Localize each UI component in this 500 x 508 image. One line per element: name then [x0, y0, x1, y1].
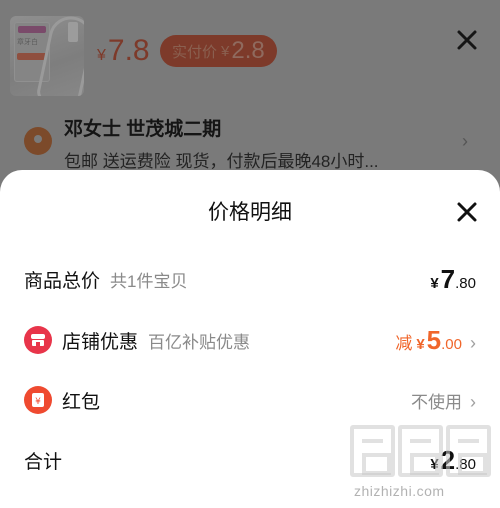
- chevron-right-icon: ›: [470, 332, 476, 353]
- store-discount-amount: 减 ¥ 5 .00 ›: [395, 325, 476, 356]
- price-detail-sheet: 价格明细 商品总价 共1件宝贝 ¥ 7 .80 店铺优惠 百亿补贴优惠 减 ¥ …: [0, 170, 500, 508]
- grand-total-price: ¥ 2 .80: [430, 445, 476, 476]
- product-thumbnail: 章牙白: [10, 16, 84, 96]
- goods-total-label: 商品总价: [24, 270, 101, 292]
- discount-integer: 5: [426, 324, 442, 355]
- price-currency: ¥: [430, 274, 439, 292]
- actual-price-badge: 实付价 ¥ 2.8: [160, 35, 277, 67]
- price-currency: ¥: [430, 455, 439, 473]
- price-currency: ¥: [97, 47, 106, 64]
- price-decimal: .80: [455, 274, 476, 292]
- close-icon[interactable]: [455, 28, 479, 52]
- subsidy-label: 百亿补贴优惠: [148, 332, 251, 352]
- price-value: 7.8: [107, 34, 150, 67]
- chevron-right-icon: ›: [470, 391, 476, 412]
- price-integer: 7: [440, 263, 456, 294]
- actual-price-label: 实付价: [172, 43, 218, 61]
- red-packet-value: 不使用 ›: [411, 388, 476, 413]
- store-discount-row[interactable]: 店铺优惠 百亿补贴优惠 减 ¥ 5 .00 ›: [24, 323, 476, 357]
- grand-total-row: 合计 ¥ 2 .80: [24, 443, 476, 477]
- close-icon[interactable]: [456, 201, 478, 223]
- red-packet-row[interactable]: ¥ 红包 不使用 ›: [24, 383, 476, 417]
- red-packet-status: 不使用: [411, 392, 462, 412]
- price-decimal: .80: [455, 455, 476, 473]
- goods-total-row: 商品总价 共1件宝贝 ¥ 7 .80: [24, 262, 476, 296]
- chevron-right-icon[interactable]: ›: [462, 131, 468, 152]
- shipping-info: 包邮 送运费险 现货，付款后最晚48小时...: [64, 152, 379, 171]
- location-pin-icon: [24, 127, 52, 155]
- goods-count: 共1件宝贝: [110, 271, 188, 291]
- svg-text:¥: ¥: [35, 397, 41, 407]
- discount-currency: ¥: [416, 335, 425, 353]
- actual-price-currency: ¥: [221, 42, 230, 60]
- price-integer: 2: [440, 444, 456, 475]
- store-discount-label: 店铺优惠: [62, 331, 139, 353]
- sheet-title: 价格明细: [208, 201, 292, 224]
- discount-prefix: 减: [395, 333, 413, 353]
- product-image-label: 章牙白: [17, 39, 38, 46]
- goods-total-price: ¥ 7 .80: [430, 264, 476, 295]
- product-price: ¥ 7.8: [97, 34, 150, 68]
- red-packet-icon: ¥: [24, 386, 52, 414]
- store-icon: [24, 326, 52, 354]
- red-packet-label: 红包: [62, 391, 101, 413]
- actual-price-value: 2.8: [231, 37, 265, 64]
- discount-decimal: .00: [441, 335, 462, 353]
- grand-total-label: 合计: [24, 451, 63, 473]
- address-text[interactable]: 邓女士 世茂城二期: [64, 114, 221, 141]
